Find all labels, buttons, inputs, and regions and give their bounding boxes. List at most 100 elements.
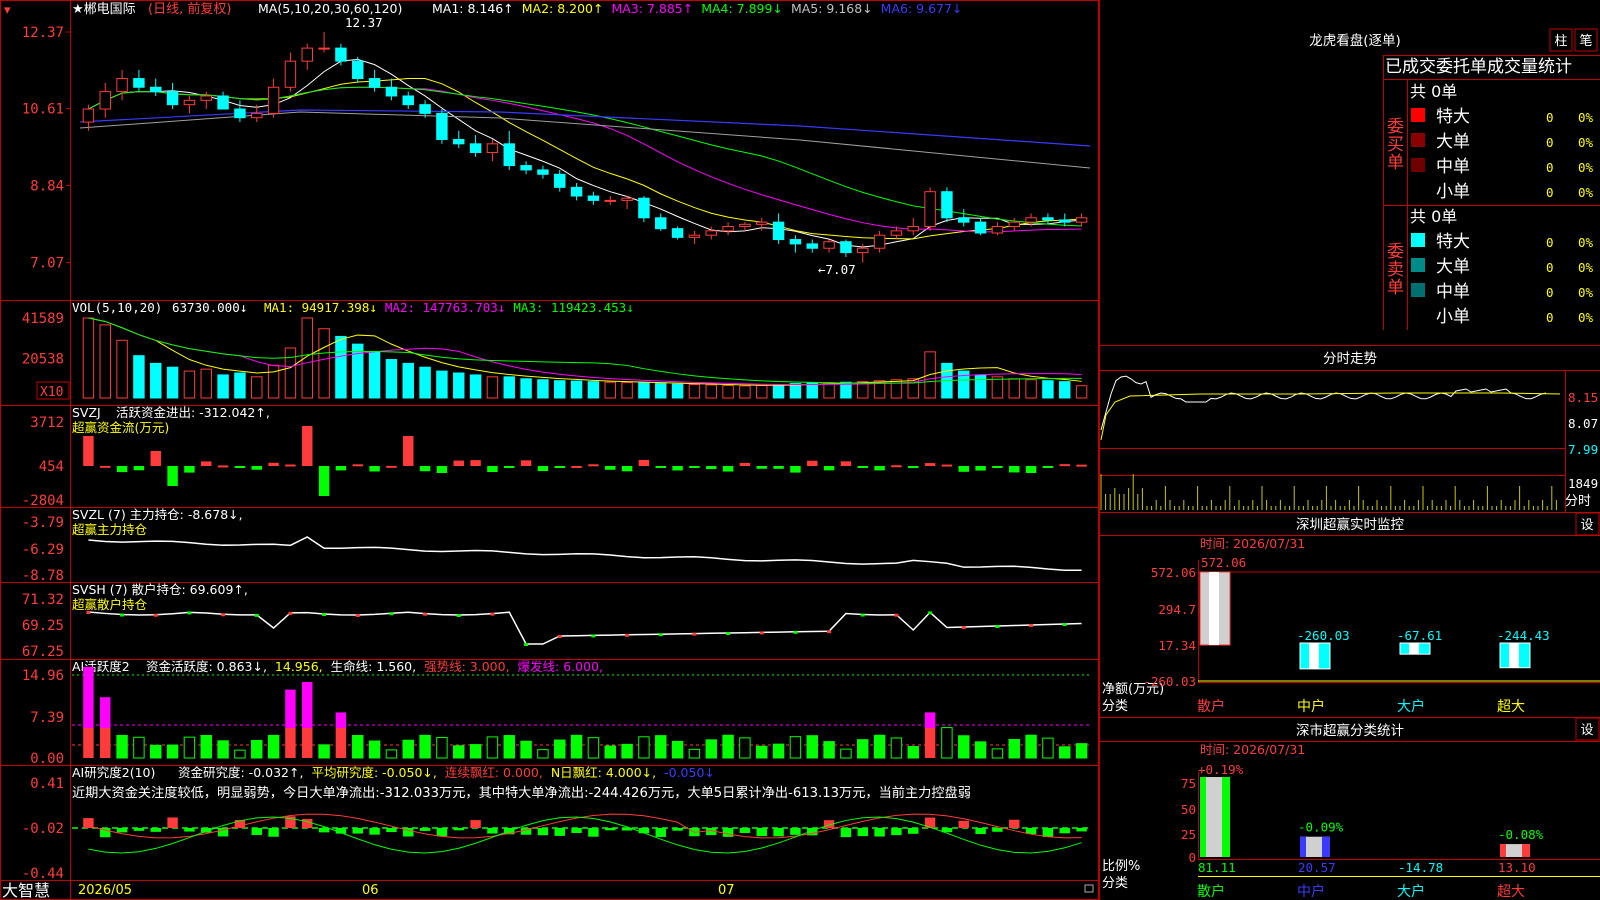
ai1-bar (873, 734, 886, 759)
svzj-bar (992, 466, 1003, 468)
ai2-bar (302, 818, 313, 828)
svsh-dot (726, 632, 731, 635)
ss-category-label: 大户 (1397, 883, 1425, 900)
ai2-bar (958, 820, 969, 828)
svzj-bar (571, 465, 582, 468)
svzj-chart[interactable] (83, 426, 1087, 496)
ai1-bar (1042, 737, 1054, 759)
header-item: MA3: 119423.453↓ (513, 300, 633, 315)
order-count: 0 (1546, 135, 1554, 150)
order-count: 0 (1546, 235, 1554, 250)
ss-bar-accent (1200, 776, 1206, 857)
stock-name[interactable]: ★郴电国际 (72, 2, 136, 17)
ss-bar-accent (1222, 776, 1230, 857)
intraday-vol-max: 1849 (1568, 476, 1598, 491)
volume-bar (503, 376, 515, 399)
header-item: -0.050↓ (664, 765, 715, 780)
volume-bar (974, 374, 987, 399)
sz-net-amount-chart[interactable]: 572.06294.717.34-260.03572.06散户-260.03中户… (1143, 555, 1600, 715)
ai1-bar (974, 741, 987, 759)
order-size-label: 特大 (1436, 107, 1470, 127)
ai2-tick-label: -0.02 (22, 821, 64, 837)
ai2-bar (386, 828, 397, 833)
ss-category-label: 中户 (1297, 883, 1325, 900)
ai1-bar-top (83, 666, 94, 728)
volume-bar (150, 362, 162, 399)
svzj-bar (891, 465, 902, 468)
ai1-bar-base (302, 728, 313, 758)
order-pct: 0% (1578, 285, 1594, 300)
intraday-tick-mid: 8.07 (1568, 416, 1598, 431)
candle-body (99, 91, 111, 110)
ai2-bar (992, 828, 1003, 832)
sz-bar-highlight (1409, 643, 1419, 655)
volume-bar (789, 383, 802, 399)
ss-stats-time: 时间: 2026/07/31 (1200, 742, 1305, 757)
ai1-bar-base (83, 728, 94, 758)
app-logo: 大智慧 (2, 881, 50, 900)
menu-indicator-icon[interactable]: ▾ (4, 3, 11, 18)
candlestick-chart[interactable]: 12.37 ←7.07 (79, 15, 1091, 277)
intraday-chart[interactable] (1100, 375, 1561, 510)
svzj-bar (419, 466, 431, 472)
ai2-chart[interactable] (72, 813, 1090, 854)
svzj-bar (1042, 466, 1054, 468)
lock-icon[interactable] (1084, 884, 1094, 893)
ai1-bar (857, 739, 869, 759)
intraday-title[interactable]: 分时走势 (1323, 351, 1377, 367)
svsh-dot (389, 612, 394, 616)
volume-bar (520, 378, 532, 399)
svzj-bar (924, 463, 936, 466)
header-item: 资金研究度: -0.032↑, (178, 765, 303, 780)
ai1-bar (166, 744, 179, 759)
ai2-comment: 近期大资金关注度较低，明显弱势，今日大单净流出:-312.033万元，其中特大单… (72, 784, 971, 801)
period-mode[interactable]: (日线, 前复权) (148, 1, 231, 17)
header-item: MA1: 8.146↑ (432, 1, 514, 16)
volume-bar (133, 355, 145, 399)
svsh-chart[interactable] (86, 611, 1082, 646)
ai2-bar (537, 828, 549, 836)
svsh-label: 超赢散户持仓 (72, 597, 148, 612)
intraday-unit: 分时 (1565, 494, 1591, 509)
ai1-axis: 14.96 7.39 0.00 (22, 668, 64, 767)
ai1-bar-top (335, 712, 347, 728)
candle-body (183, 99, 196, 106)
svsh-dot (928, 611, 933, 615)
svsh-dot (961, 626, 966, 629)
svzj-bar (1059, 464, 1070, 467)
svzj-label: 超赢资金流(万元) (72, 420, 169, 435)
ai1-chart[interactable] (72, 666, 1090, 759)
ai2-bar (150, 828, 161, 832)
volume-bar (436, 370, 448, 399)
ai2-bar (352, 828, 363, 834)
ai1-bar (587, 737, 600, 759)
volume-bar (385, 359, 398, 399)
candle-body (907, 225, 919, 232)
volume-chart[interactable] (82, 317, 1088, 399)
svzj-bar (840, 461, 852, 466)
ai1-bar (385, 749, 398, 759)
svsh-dot (827, 630, 832, 634)
lhb-title: 龙虎看盘(逐单) (1309, 32, 1401, 49)
candle-body (486, 143, 499, 154)
vol-tick-label: 20538 (22, 351, 64, 367)
svzl-chart[interactable] (88, 536, 1082, 572)
candle-body (890, 230, 903, 236)
ss-tick-label: 75 (1181, 776, 1196, 791)
svzl-name: SVZL (7) 主力持仓: -8.678↓, (72, 507, 243, 522)
vol-tick-label: 41589 (22, 311, 64, 327)
ai1-bar (150, 744, 162, 759)
svsh-dot (153, 613, 158, 617)
svzj-bar (302, 426, 313, 466)
order-count: 0 (1546, 160, 1554, 175)
ss-ratio-chart[interactable]: 75 50 25 0 +0.19% 81.11 散户 -0.09% 20.57 中户 -14.78 大… (1181, 762, 1600, 900)
header-item: 资金活跃度: 0.863↓, (146, 659, 267, 674)
svzj-bar (335, 466, 347, 471)
tick-mode-label: 笔 (1579, 33, 1592, 49)
svzl-tick-label: -6.29 (22, 542, 64, 558)
ss-pct-label: -0.09% (1298, 820, 1344, 835)
order-size-label: 特大 (1436, 232, 1470, 252)
ai2-bar (318, 828, 330, 833)
ai1-bar (890, 737, 903, 759)
sz-tick-label: 17.34 (1158, 638, 1196, 653)
